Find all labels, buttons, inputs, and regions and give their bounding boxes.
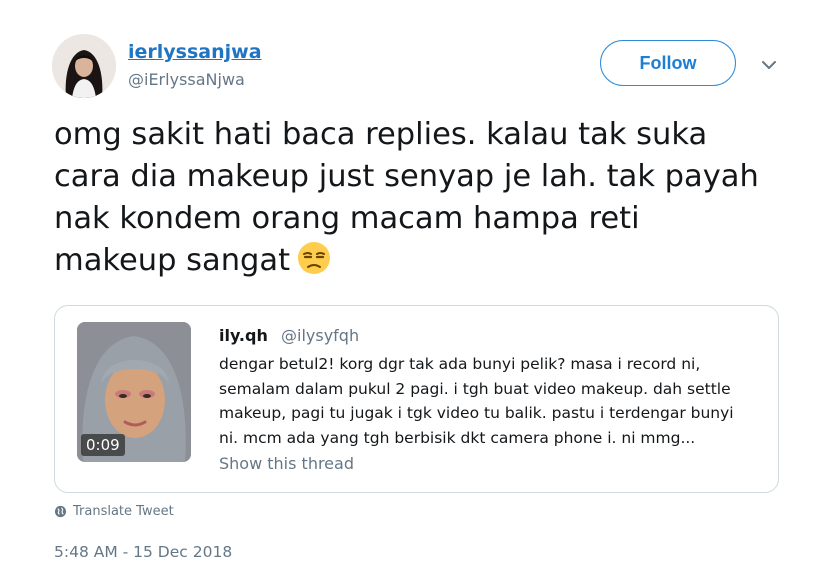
translate-tweet-link[interactable]: Translate Tweet <box>54 504 174 519</box>
quoted-author-name[interactable]: ily.qh <box>219 326 268 345</box>
author-display-name[interactable]: ierlyssanjwa <box>128 41 262 63</box>
tweet-line-text: makeup sangat <box>54 243 291 278</box>
follow-button[interactable]: Follow <box>600 40 736 86</box>
translate-tweet-label: Translate Tweet <box>73 504 174 519</box>
quoted-tweet-text: dengar betul2! korg dgr tak ada bunyi pe… <box>219 352 767 450</box>
quoted-line: semalam dalam pukul 2 pagi. i tgh buat v… <box>219 379 731 398</box>
tweet-line-last: makeup sangat <box>54 240 794 282</box>
author-handle: @iErlyssaNjwa <box>128 70 245 89</box>
tweet-text: omg sakit hati baca replies. kalau tak s… <box>54 114 794 282</box>
unamused-face-emoji-icon <box>298 242 331 274</box>
avatar[interactable] <box>52 34 116 98</box>
video-duration-badge: 0:09 <box>81 434 125 456</box>
quoted-line: makeup, pagi tu jugak i tgk video tu bal… <box>219 404 734 422</box>
show-this-thread-link[interactable]: Show this thread <box>219 454 354 473</box>
quoted-tweet-card[interactable]: 0:09 ily.qh @ilysyfqh dengar betul2! kor… <box>54 305 779 493</box>
tweet-line: omg sakit hati baca replies. kalau tak s… <box>54 117 708 152</box>
tweet-line: cara dia makeup just senyap je lah. tak … <box>54 159 759 194</box>
quoted-line: dengar betul2! korg dgr tak ada bunyi pe… <box>219 355 701 373</box>
profile-photo <box>52 34 116 98</box>
quoted-line: ni. mcm ada yang tgh berbisik dkt camera… <box>219 428 696 447</box>
tweet-timestamp[interactable]: 5:48 AM - 15 Dec 2018 <box>54 543 232 561</box>
video-thumbnail[interactable]: 0:09 <box>77 322 191 462</box>
tweet-line: nak kondem orang macam hampa reti <box>54 201 640 236</box>
globe-icon <box>54 505 67 518</box>
quoted-author-handle: @ilysyfqh <box>281 326 360 345</box>
chevron-down-icon[interactable] <box>760 56 778 74</box>
